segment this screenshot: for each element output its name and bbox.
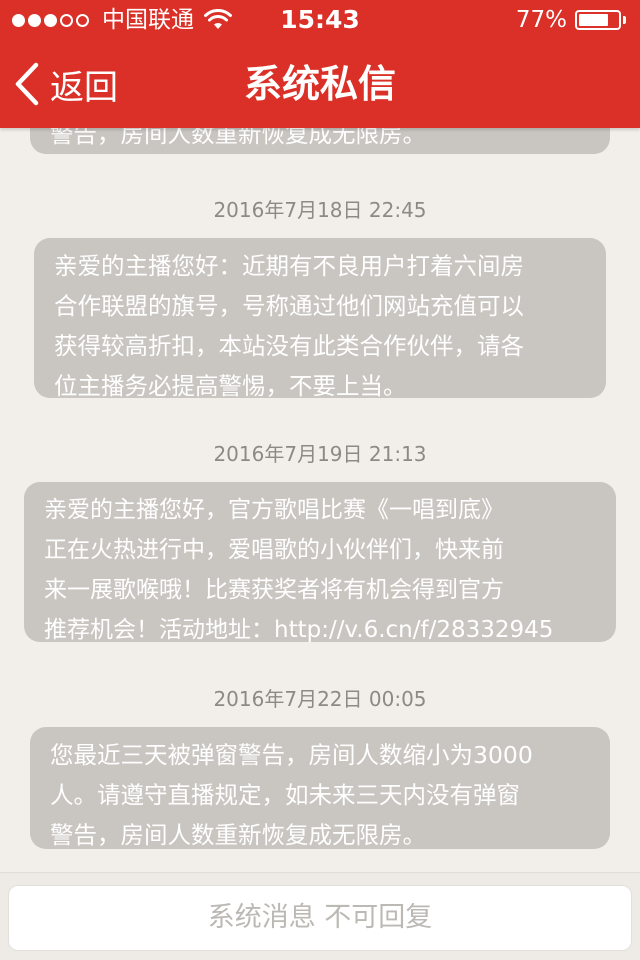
- message-bubble: 您最近三天被弹窗警告，房间人数缩小为3000 人。请遵守直播规定，如未来三天内没…: [30, 727, 610, 849]
- status-bar: 中国联通 15:43 77%: [0, 0, 640, 40]
- app-header: 中国联通 15:43 77% 系统私信 返回: [0, 0, 640, 128]
- screen: 警告，房间人数重新恢复成无限房。 2016年7月18日 22:45 亲爱的主播您…: [0, 0, 640, 960]
- message-timestamp: 2016年7月19日 21:13: [213, 442, 427, 466]
- chevron-left-icon: [15, 62, 39, 106]
- message-timestamp: 2016年7月22日 00:05: [213, 687, 427, 711]
- back-label: 返回: [50, 67, 118, 108]
- nav-bar: 系统私信 返回: [0, 40, 640, 128]
- battery-icon: [575, 10, 621, 30]
- message-list[interactable]: 警告，房间人数重新恢复成无限房。 2016年7月18日 22:45 亲爱的主播您…: [0, 0, 640, 880]
- status-right: 77%: [516, 0, 626, 40]
- back-button[interactable]: 返回: [14, 40, 118, 128]
- reply-input-disabled: 系统消息 不可回复: [8, 885, 632, 951]
- battery-tip: [623, 16, 626, 24]
- battery-fill: [579, 14, 608, 26]
- message-bubble: 亲爱的主播您好：近期有不良用户打着六间房 合作联盟的旗号，号称通过他们网站充值可…: [34, 238, 606, 398]
- message-timestamp: 2016年7月18日 22:45: [213, 198, 427, 222]
- message-bubble: 亲爱的主播您好，官方歌唱比赛《一唱到底》 正在火热进行中，爱唱歌的小伙伴们，快来…: [24, 482, 616, 642]
- reply-bar: 系统消息 不可回复: [0, 872, 640, 960]
- battery-percentage: 77%: [515, 7, 567, 33]
